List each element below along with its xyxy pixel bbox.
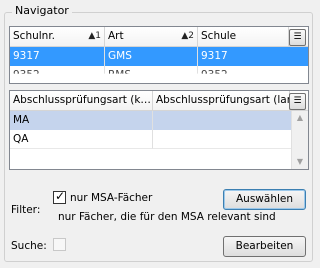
column-chooser-icon[interactable]: ☰ (289, 29, 306, 46)
table-cell[interactable]: QA (10, 130, 153, 149)
column-header-label: Abschlussprüfungsart (k… (13, 94, 151, 106)
scroll-up-icon[interactable]: ▲ (292, 111, 308, 125)
column-header-short[interactable]: Abschlussprüfungsart (k… (10, 91, 153, 111)
column-header-art[interactable]: Art ▲2 (105, 27, 198, 47)
table-cell[interactable]: 9317 (10, 47, 105, 66)
table-cell[interactable]: RMS (105, 66, 198, 74)
filter-label: Filter: (11, 204, 41, 216)
table-cell[interactable]: 9352 (10, 66, 105, 74)
column-header-schulnr[interactable]: Schulnr. ▲1 (10, 27, 105, 47)
column-header-long[interactable]: Abschlussprüfungsart (lang) (153, 91, 290, 111)
search-label: Suche: (11, 240, 47, 252)
schools-grid[interactable]: Schulnr. ▲1 Art ▲2 Schule ☰ 9317 GMS 931… (9, 26, 309, 84)
msa-filter-label[interactable]: nur MSA-Fächer (70, 192, 152, 204)
table-cell[interactable]: MA (10, 111, 153, 130)
column-header-label: Schulnr. (13, 30, 56, 42)
column-header-label: Schule (201, 30, 237, 42)
sort-ascending-icon: ▲1 (88, 31, 101, 41)
column-header-schule[interactable]: Schule (198, 27, 289, 47)
table-cell[interactable] (153, 111, 293, 130)
table-cell[interactable]: 9317 (198, 47, 308, 66)
column-chooser-icon[interactable]: ☰ (289, 93, 306, 110)
msa-filter-description: nur Fächer, die für den MSA relevant sin… (58, 211, 276, 223)
navigator-title: Navigator (12, 4, 72, 17)
table-cell[interactable]: GMS (105, 47, 198, 66)
table-cell[interactable] (153, 130, 293, 149)
column-header-label: Art (108, 30, 124, 42)
table-cell[interactable]: 9352 (198, 66, 308, 74)
auswaehlen-button[interactable]: Auswählen (223, 189, 306, 210)
exam-types-grid[interactable]: Abschlussprüfungsart (k… Abschlussprüfun… (9, 90, 309, 170)
column-header-label: Abschlussprüfungsart (lang) (156, 94, 290, 106)
vertical-scrollbar[interactable]: ▲ ▼ (291, 111, 308, 169)
search-checkbox[interactable] (53, 238, 66, 251)
msa-filter-checkbox[interactable] (53, 189, 66, 204)
sort-ascending-icon: ▲2 (181, 31, 194, 41)
scroll-down-icon[interactable]: ▼ (292, 155, 308, 169)
bearbeiten-button[interactable]: Bearbeiten (223, 236, 306, 257)
